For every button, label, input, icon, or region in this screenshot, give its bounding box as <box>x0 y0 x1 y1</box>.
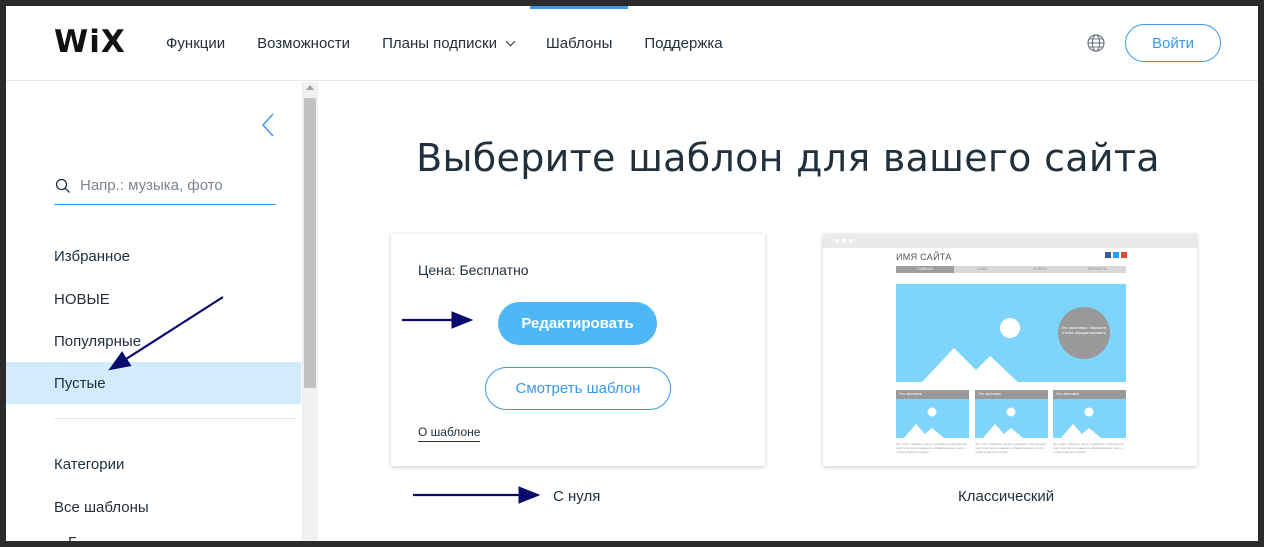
thumbnail-menu-item: КОНТАКТЫ <box>1087 267 1107 271</box>
chevron-down-icon <box>505 36 516 47</box>
nav-features-label: Функции <box>166 35 226 52</box>
thumbnail-body-text: Это текст. Нажмите здесь и добавьте собс… <box>1053 442 1124 454</box>
thumbnail-circle-badge: Это заголовок. Нажмите, чтобы отредактир… <box>1058 307 1110 359</box>
nav-capabilities-label: Возможности <box>257 35 351 52</box>
nav-templates-label: Шаблоны <box>546 35 613 52</box>
price-label: Цена: <box>418 262 456 278</box>
edit-button[interactable]: Редактировать <box>498 302 657 345</box>
chevron-left-icon[interactable] <box>261 112 275 138</box>
price-value: Бесплатно <box>459 262 529 278</box>
classic-template-caption[interactable]: Классический <box>958 488 1054 505</box>
thumbnail-image-box: Это заголовок <box>896 390 969 438</box>
thumbnail-menu-item: УСЛУГИ <box>1032 267 1047 271</box>
thumbnail-browser-bar <box>823 234 1197 248</box>
twitter-icon <box>1113 252 1119 258</box>
nav-capabilities[interactable]: Возможности <box>241 6 366 81</box>
blank-template-caption[interactable]: С нуля <box>553 488 600 505</box>
scroll-up-arrow-icon[interactable] <box>306 85 314 90</box>
sidebar-item-favorites[interactable]: Избранное <box>6 235 301 277</box>
nav-support[interactable]: Поддержка <box>628 6 738 81</box>
thumbnail-body-text: Это текст. Нажмите здесь и добавьте собс… <box>896 442 967 454</box>
top-header: WiX Функции Возможности Планы подписки Ш… <box>6 6 1258 81</box>
nav-plans-label: Планы подписки <box>382 35 498 52</box>
sidebar-heading-categories: Категории <box>54 455 125 473</box>
price-line: Цена: Бесплатно <box>418 262 529 278</box>
browser-viewport: WiX Функции Возможности Планы подписки Ш… <box>6 6 1258 541</box>
sidebar-item-blank[interactable]: Пустые <box>6 362 301 404</box>
sidebar: Избранное НОВЫЕ Популярные Пустые Катего… <box>6 82 302 541</box>
globe-icon[interactable] <box>1086 33 1106 53</box>
sidebar-item-partial[interactable]: ›Б <box>54 534 78 541</box>
thumbnail-site-name: ИМЯ САЙТА <box>896 252 952 262</box>
googleplus-icon <box>1121 252 1127 258</box>
sidebar-item-partial-label: Б <box>68 534 78 541</box>
thumbnail-body-text: Это текст. Нажмите здесь и добавьте собс… <box>975 442 1046 454</box>
search-input[interactable] <box>80 177 270 194</box>
scrollbar-thumb[interactable] <box>304 98 316 388</box>
thumbnail-menu-item: О НАС <box>976 267 988 271</box>
facebook-icon <box>1105 252 1111 258</box>
image-placeholder-icon <box>983 407 1023 438</box>
thumbnail-menu: ГЛАВНАЯ О НАС УСЛУГИ КОНТАКТЫ <box>896 266 1126 273</box>
blank-template-card: Цена: Бесплатно Редактировать Смотреть ш… <box>391 234 765 466</box>
browser-dot <box>842 239 846 243</box>
nav-plans[interactable]: Планы подписки <box>366 6 530 81</box>
sidebar-item-all-templates[interactable]: Все шаблоны <box>6 486 301 528</box>
template-search <box>54 167 276 205</box>
browser-dot <box>849 239 853 243</box>
main-nav: Функции Возможности Планы подписки Шабло… <box>150 6 739 81</box>
classic-template-thumbnail[interactable]: ИМЯ САЙТА ГЛАВНАЯ О НАС УСЛУГИ КОНТАКТЫ … <box>823 234 1197 466</box>
nav-support-label: Поддержка <box>644 35 723 52</box>
view-template-button[interactable]: Смотреть шаблон <box>485 367 671 410</box>
about-template-link[interactable]: О шаблоне <box>418 425 481 442</box>
wix-logo[interactable]: WiX <box>54 24 126 60</box>
nav-templates[interactable]: Шаблоны <box>530 6 629 81</box>
thumbnail-image-box: Это заголовок <box>1053 390 1126 438</box>
thumbnail-image-box: Это заголовок <box>975 390 1048 438</box>
sidebar-item-new[interactable]: НОВЫЕ <box>6 278 301 320</box>
login-button[interactable]: Войти <box>1125 24 1221 62</box>
sidebar-divider <box>54 418 296 419</box>
thumbnail-menu-item: ГЛАВНАЯ <box>896 266 954 273</box>
search-icon <box>55 178 70 193</box>
sidebar-item-popular[interactable]: Популярные <box>6 320 301 362</box>
image-placeholder-icon <box>1061 407 1101 438</box>
page-title: Выберите шаблон для вашего сайта <box>416 136 1160 180</box>
image-placeholder-icon <box>904 407 944 438</box>
chevron-right-icon: › <box>54 536 58 542</box>
browser-dot <box>835 239 839 243</box>
nav-features[interactable]: Функции <box>150 6 241 81</box>
